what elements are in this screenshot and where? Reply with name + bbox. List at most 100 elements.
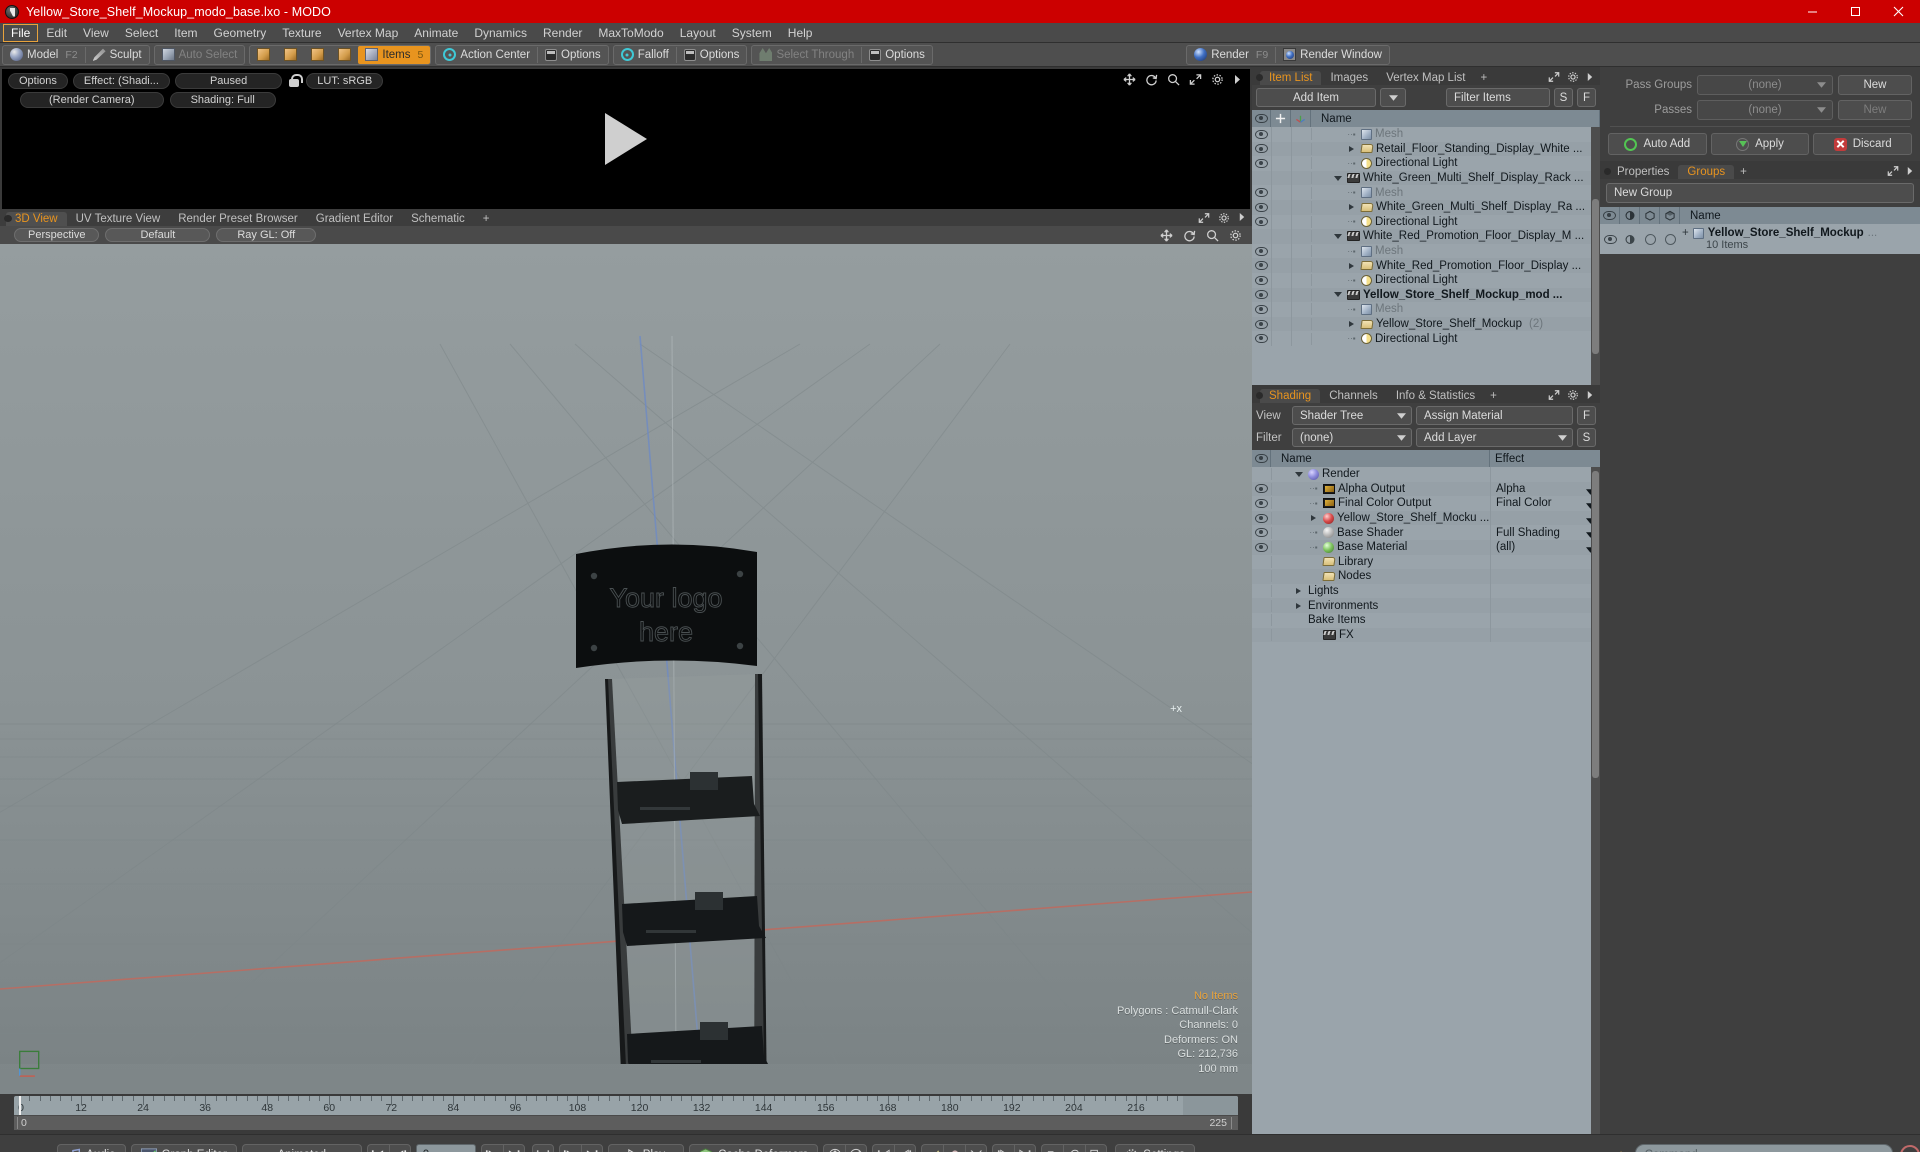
shading-f-button[interactable]: F: [1577, 406, 1596, 425]
row-visibility-toggle[interactable]: [1252, 528, 1271, 538]
row-transform-cell[interactable]: [1291, 141, 1311, 157]
step-forward-button[interactable]: [480, 1143, 503, 1152]
discard-button[interactable]: Discard: [1813, 133, 1913, 155]
delete-key-button[interactable]: [943, 1143, 966, 1152]
shading-filter-select[interactable]: (none): [1292, 428, 1412, 447]
panel-menu-dot[interactable]: [1604, 168, 1611, 175]
next-key-last-button[interactable]: [1014, 1143, 1037, 1152]
preview-effect-button[interactable]: Effect: (Shadi...: [72, 73, 170, 89]
action-center-options-button[interactable]: Options: [538, 46, 608, 64]
row-visibility-toggle[interactable]: [1252, 158, 1271, 168]
row-visibility-toggle[interactable]: [1252, 513, 1271, 523]
row-render-toggle[interactable]: [1620, 234, 1640, 245]
column-wireframe[interactable]: [1640, 207, 1660, 224]
row-visibility-toggle[interactable]: [1252, 202, 1271, 212]
row-effect-cell[interactable]: [1490, 583, 1600, 599]
disclosure-closed-icon[interactable]: [1345, 321, 1358, 328]
row-lock-cell[interactable]: [1271, 287, 1291, 303]
item-list-row[interactable]: Yellow_Store_Shelf_Mockup_mod ...: [1252, 287, 1600, 303]
tab-add-panel[interactable]: +: [1474, 71, 1493, 85]
item-list-row[interactable]: ··▪ Mesh: [1252, 127, 1600, 142]
row-shaded-toggle[interactable]: [1660, 233, 1680, 245]
polygon-mode-button[interactable]: [304, 46, 331, 64]
preview-paused-button[interactable]: Paused: [174, 73, 283, 89]
row-visibility-toggle[interactable]: [1252, 261, 1271, 271]
scrollbar-thumb[interactable]: [1592, 199, 1599, 355]
disclosure-closed-icon[interactable]: [1307, 515, 1320, 522]
row-visibility-toggle[interactable]: [1252, 498, 1271, 508]
shading-row[interactable]: Render: [1252, 467, 1600, 482]
prev-key-first-button[interactable]: [872, 1143, 895, 1152]
rotate-icon[interactable]: [1145, 73, 1158, 86]
viewport-default-button[interactable]: Default: [105, 228, 211, 242]
play-button[interactable]: Play: [607, 1143, 685, 1152]
menu-item-vertex-map[interactable]: Vertex Map: [330, 24, 407, 42]
shading-row[interactable]: ··▪ Base Material (all): [1252, 539, 1600, 555]
new-group-button[interactable]: New Group: [1606, 183, 1914, 203]
shading-row[interactable]: ··▪ Final Color Output Final Color: [1252, 496, 1600, 511]
auto-add-button[interactable]: Auto Add: [1608, 133, 1707, 155]
tab-add-viewport[interactable]: +: [474, 212, 499, 226]
step-back-button[interactable]: [388, 1143, 411, 1152]
shading-row[interactable]: Lights: [1252, 583, 1600, 599]
row-visibility-toggle[interactable]: [1252, 290, 1271, 300]
passes-select[interactable]: (none): [1697, 100, 1833, 120]
row-transform-cell[interactable]: [1291, 185, 1311, 200]
shading-scrollbar[interactable]: [1591, 467, 1600, 1134]
apply-button[interactable]: Apply: [1710, 133, 1810, 155]
disclosure-closed-icon[interactable]: [1292, 602, 1305, 609]
add-item-button[interactable]: Add Item: [1256, 88, 1376, 107]
render-window-button[interactable]: Render Window: [1276, 46, 1389, 64]
timeline-end-frame[interactable]: 225: [1209, 1117, 1232, 1129]
scrollbar-thumb[interactable]: [1592, 471, 1599, 778]
row-lock-cell[interactable]: [1271, 199, 1291, 215]
chevron-right-icon[interactable]: [1586, 72, 1594, 82]
row-transform-cell[interactable]: [1291, 156, 1311, 171]
command-input[interactable]: Command: [1634, 1143, 1893, 1152]
item-list-row[interactable]: ··▪ Mesh: [1252, 185, 1600, 200]
disclosure-closed-icon[interactable]: [1345, 145, 1358, 152]
auto-key-button[interactable]: [823, 1143, 846, 1152]
row-visibility-toggle[interactable]: [1252, 188, 1271, 198]
row-lock-cell[interactable]: [1271, 229, 1291, 244]
row-wireframe-toggle[interactable]: [1640, 233, 1660, 245]
row-effect-cell[interactable]: [1490, 627, 1600, 643]
item-list-row[interactable]: Yellow_Store_Shelf_Mockup (2): [1252, 316, 1600, 332]
menu-item-select[interactable]: Select: [117, 24, 166, 42]
shading-row[interactable]: FX: [1252, 627, 1600, 643]
item-list-tree[interactable]: ··▪ Mesh Retail_Floor_Standing_Display_Whi…: [1252, 127, 1600, 385]
column-visibility[interactable]: [1252, 450, 1271, 467]
row-visibility-toggle[interactable]: [1252, 319, 1271, 329]
row-lock-cell[interactable]: [1271, 214, 1291, 230]
lock-icon[interactable]: [287, 74, 304, 88]
row-effect-cell[interactable]: [1490, 612, 1600, 628]
gear-icon[interactable]: [1567, 389, 1579, 401]
go-to-end-button[interactable]: [502, 1143, 525, 1152]
row-visibility-toggle[interactable]: [1252, 275, 1271, 285]
column-shaded[interactable]: [1660, 207, 1680, 224]
row-lock-cell[interactable]: [1271, 331, 1291, 346]
axis-gizmo-icon[interactable]: [14, 1040, 52, 1078]
preview-shading-button[interactable]: Shading: Full: [169, 92, 276, 108]
row-visibility-toggle[interactable]: [1600, 234, 1620, 244]
play-backward-button[interactable]: [558, 1143, 581, 1152]
timeline-ruler[interactable]: 12 24 36 48 60 72 84 96 108 120 132 144 156 168 180 192…: [14, 1096, 1238, 1115]
disclosure-open-icon[interactable]: [1292, 471, 1305, 477]
disclosure-open-icon[interactable]: [1331, 292, 1344, 298]
tab-gradient-editor[interactable]: Gradient Editor: [307, 212, 402, 226]
column-render[interactable]: [1620, 207, 1640, 224]
row-lock-cell[interactable]: [1271, 185, 1291, 200]
row-visibility-toggle[interactable]: [1252, 246, 1271, 256]
filter-items-input[interactable]: Filter Items: [1446, 88, 1550, 107]
groups-row[interactable]: + Yellow_Store_Shelf_Mockup ... 10 Items: [1600, 224, 1920, 254]
row-lock-cell[interactable]: [1271, 243, 1291, 259]
row-visibility-toggle[interactable]: [1252, 334, 1271, 344]
timeline[interactable]: 12 24 36 48 60 72 84 96 108 120 132 144 156 168 180 192…: [0, 1094, 1252, 1134]
expand-icon[interactable]: [1548, 389, 1560, 401]
menu-item-help[interactable]: Help: [780, 24, 821, 42]
row-effect-cell[interactable]: [1490, 598, 1600, 613]
row-transform-cell[interactable]: [1291, 199, 1311, 215]
tab-images[interactable]: Images: [1321, 71, 1377, 85]
disclosure-closed-icon[interactable]: [1345, 204, 1358, 211]
key-off-button[interactable]: [845, 1143, 868, 1152]
